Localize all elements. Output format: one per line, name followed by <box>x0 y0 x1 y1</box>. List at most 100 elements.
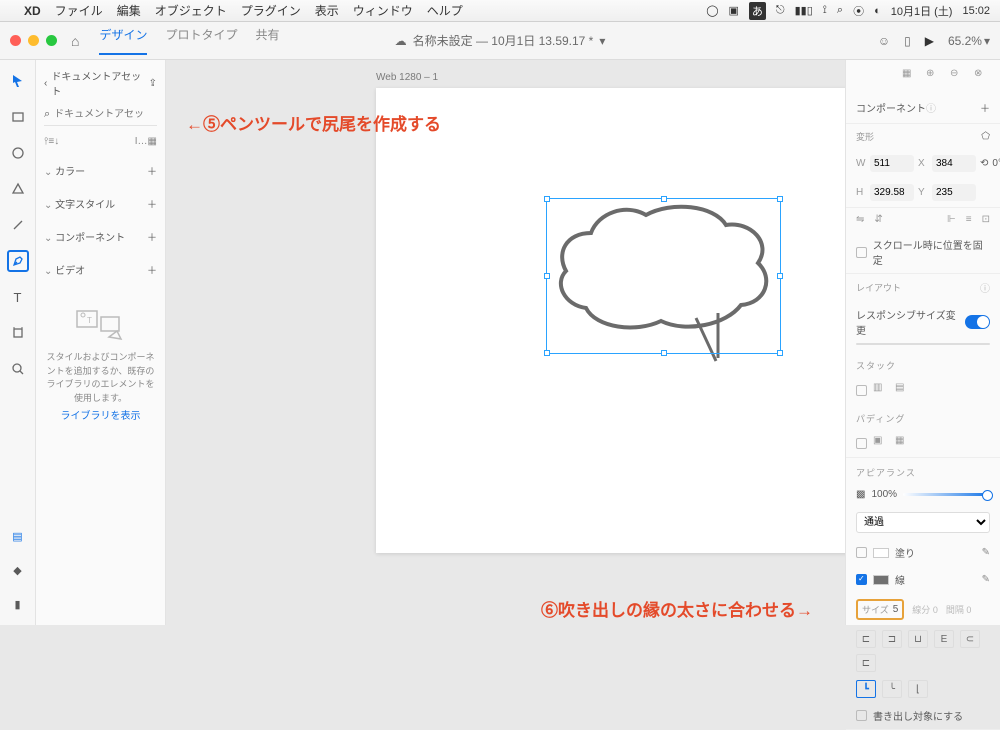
cap-round-icon[interactable]: ⊂ <box>960 630 980 648</box>
stack-h-icon[interactable]: ▤ <box>895 382 911 398</box>
y-input[interactable] <box>932 184 976 201</box>
add-component-icon[interactable]: ＋ <box>980 100 990 115</box>
search-icon[interactable]: ⌕ <box>837 4 843 17</box>
tab-design[interactable]: デザイン <box>99 26 147 55</box>
stroke-center-icon[interactable]: ⊐ <box>882 630 902 648</box>
show-libraries-link[interactable]: ライブラリを表示 <box>44 409 157 424</box>
rotation-value[interactable]: 0° <box>992 158 1000 169</box>
add-icon[interactable]: ＋ <box>147 262 157 277</box>
menu-app[interactable]: XD <box>24 4 41 18</box>
artboard-name[interactable]: Web 1280 – 1 <box>376 72 438 83</box>
line-tool[interactable] <box>7 214 29 236</box>
bluetooth-icon[interactable]: ⎋ <box>776 4 785 17</box>
section-video[interactable]: ⌄ ビデオ＋ <box>44 256 157 283</box>
eyedropper-icon[interactable]: ✎ <box>982 574 990 585</box>
resize-handle[interactable] <box>544 350 550 356</box>
cap-square-icon[interactable]: ⊏ <box>856 654 876 672</box>
fix-scroll-checkbox[interactable] <box>856 247 867 258</box>
libraries-icon[interactable]: ▤ <box>7 525 29 547</box>
seg-auto[interactable]: 自動 <box>857 344 923 345</box>
doc-title[interactable]: 名称未設定 — 10月1日 13.59.17 * <box>413 32 594 49</box>
repeat-grid-icon[interactable]: ▦ <box>902 68 918 84</box>
align-icon[interactable]: ≡ <box>966 214 972 225</box>
height-input[interactable] <box>870 184 914 201</box>
menu-help[interactable]: ヘルプ <box>427 2 463 19</box>
section-color[interactable]: ⌄ カラー＋ <box>44 157 157 184</box>
align-icon[interactable]: ⊡ <box>982 214 990 225</box>
stroke-size-value[interactable]: 5 <box>893 604 899 615</box>
stroke-swatch[interactable] <box>873 575 889 585</box>
minimize-icon[interactable] <box>28 35 39 46</box>
blend-mode-select[interactable]: 通過 <box>856 512 990 533</box>
menubar-time[interactable]: 15:02 <box>962 5 990 17</box>
controlcenter-icon[interactable]: ⦿ <box>853 3 864 19</box>
artboard-tool[interactable] <box>7 322 29 344</box>
menubar-date[interactable]: 10月1日 (土) <box>891 3 953 19</box>
play-icon[interactable]: ▶ <box>925 34 934 48</box>
pen-tool[interactable] <box>7 250 29 272</box>
stroke-outer-icon[interactable]: ⊔ <box>908 630 928 648</box>
resize-handle[interactable] <box>661 350 667 356</box>
tab-share[interactable]: 共有 <box>256 26 280 55</box>
mobile-preview-icon[interactable]: ▯ <box>904 34 911 48</box>
subtract-icon[interactable]: ⊖ <box>950 68 966 84</box>
ime-icon[interactable]: あ <box>749 2 766 20</box>
menu-edit[interactable]: 編集 <box>117 2 141 19</box>
stroke-inner-icon[interactable]: ⊏ <box>856 630 876 648</box>
assets-search-input[interactable] <box>54 109 144 120</box>
layers-icon[interactable]: ◆ <box>7 559 29 581</box>
resize-handle[interactable] <box>777 350 783 356</box>
fill-checkbox[interactable] <box>856 547 867 558</box>
close-icon[interactable] <box>10 35 21 46</box>
window-controls[interactable] <box>10 35 57 46</box>
menu-view[interactable]: 表示 <box>315 2 339 19</box>
responsive-toggle[interactable] <box>965 315 990 329</box>
select-tool[interactable] <box>7 70 29 92</box>
opacity-value[interactable]: 100% <box>871 489 897 500</box>
home-icon[interactable]: ⌂ <box>71 33 79 49</box>
resize-handle[interactable] <box>777 273 783 279</box>
zoom-level[interactable]: 65.2% ▾ <box>948 34 990 48</box>
share-out-icon[interactable]: ⇪ <box>149 78 157 89</box>
join-round-icon[interactable]: ╰ <box>882 680 902 698</box>
resize-handle[interactable] <box>777 196 783 202</box>
export-checkbox[interactable] <box>856 710 867 721</box>
tab-prototype[interactable]: プロトタイプ <box>165 26 237 55</box>
info-icon[interactable]: ⓘ <box>926 100 936 115</box>
text-tool[interactable]: T <box>7 286 29 308</box>
padding-same-icon[interactable]: ▣ <box>873 435 889 451</box>
sort-icon[interactable]: ≡↓ <box>48 136 59 147</box>
align-icon[interactable]: ⊩ <box>947 214 956 225</box>
stroke-size-field[interactable]: サイズ 5 <box>856 599 904 620</box>
dropdown-icon[interactable]: ▾ <box>599 34 605 48</box>
eyedropper-icon[interactable]: ✎ <box>982 547 990 558</box>
flip-v-icon[interactable]: ⇵ <box>874 214 882 225</box>
stack-v-icon[interactable]: ▥ <box>873 382 889 398</box>
add-icon[interactable]: ＋ <box>147 229 157 244</box>
menu-window[interactable]: ウィンドウ <box>353 2 413 19</box>
view-list-icon[interactable]: I… <box>135 136 148 147</box>
view-grid-icon[interactable]: ▦ <box>148 136 157 147</box>
padding-diff-icon[interactable]: ▦ <box>895 435 911 451</box>
stroke-checkbox[interactable] <box>856 574 867 585</box>
stack-checkbox[interactable] <box>856 385 867 396</box>
polygon-tool[interactable] <box>7 178 29 200</box>
seg-manual[interactable]: 手動 <box>923 344 989 345</box>
battery-icon[interactable]: ▮▮▯ <box>795 4 813 17</box>
cap-butt-icon[interactable]: E <box>934 630 954 648</box>
wifi-icon[interactable]: ⟟ <box>823 4 827 17</box>
ellipse-tool[interactable] <box>7 142 29 164</box>
menu-object[interactable]: オブジェクト <box>155 2 227 19</box>
fullscreen-icon[interactable] <box>46 35 57 46</box>
resize-mode-segment[interactable]: 自動 手動 <box>856 343 990 345</box>
join-miter-icon[interactable]: ┗ <box>856 680 876 698</box>
width-input[interactable] <box>870 155 914 172</box>
join-bevel-icon[interactable]: ⌊ <box>908 680 928 698</box>
resize-handle[interactable] <box>544 196 550 202</box>
x-input[interactable] <box>932 155 976 172</box>
add-icon[interactable]: ＋ <box>147 163 157 178</box>
canvas[interactable]: Web 1280 – 1 ←⑤ペンツールで尻尾を作成する ⑥吹き出しの縁の太さに… <box>166 60 845 625</box>
profile-icon[interactable]: ☺ <box>878 34 890 48</box>
plugins-icon[interactable]: ▮ <box>7 593 29 615</box>
section-textstyle[interactable]: ⌄ 文字スタイル＋ <box>44 190 157 217</box>
